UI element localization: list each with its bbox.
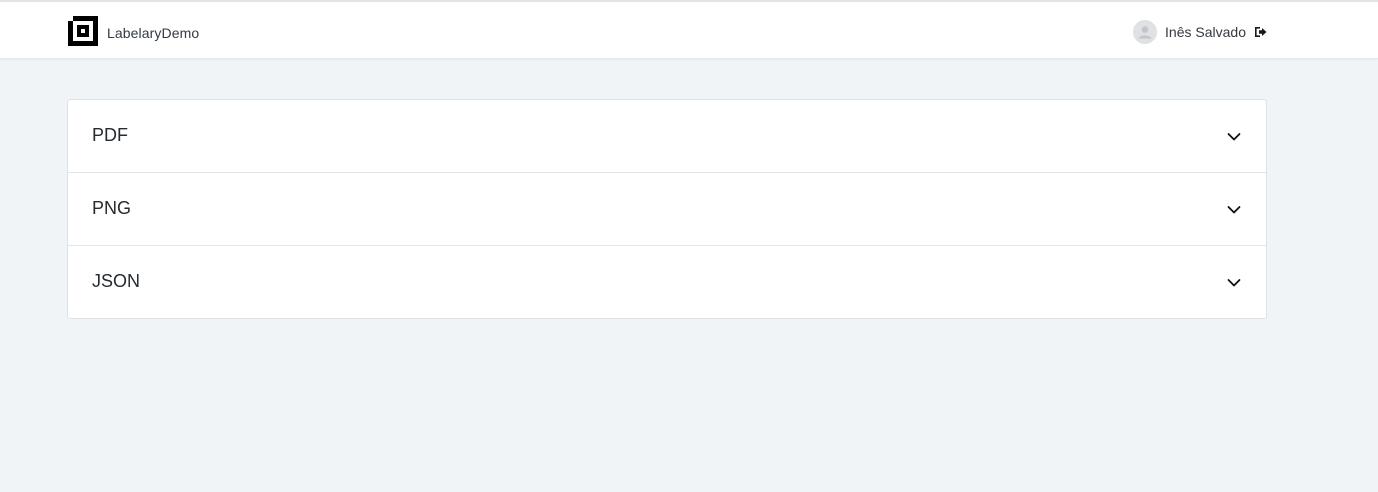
brand-name: LabelaryDemo	[107, 25, 200, 41]
labelary-logo-icon	[68, 16, 98, 46]
user-menu: Inês Salvado	[1133, 20, 1267, 44]
chevron-down-icon[interactable]	[1226, 129, 1242, 145]
accordion-item-json[interactable]: JSON	[68, 246, 1266, 318]
export-accordion: PDF PNG JSON	[67, 99, 1267, 319]
accordion-item-pdf[interactable]: PDF	[68, 100, 1266, 173]
user-name: Inês Salvado	[1165, 24, 1246, 40]
sign-out-icon	[1254, 27, 1266, 37]
accordion-item-png[interactable]: PNG	[68, 173, 1266, 246]
accordion-item-label: JSON	[92, 271, 141, 291]
chevron-down-icon[interactable]	[1226, 275, 1242, 291]
accordion-item-label: PNG	[92, 198, 132, 218]
brand-link[interactable]: LabelaryDemo	[68, 15, 199, 47]
user-avatar-icon	[1138, 26, 1152, 39]
top-navbar: LabelaryDemo Inês Salvado	[0, 0, 1378, 59]
logout-button[interactable]	[1253, 25, 1267, 39]
chevron-down-icon[interactable]	[1226, 202, 1242, 218]
accordion-item-label: PDF	[92, 125, 128, 145]
avatar[interactable]	[1133, 20, 1158, 44]
